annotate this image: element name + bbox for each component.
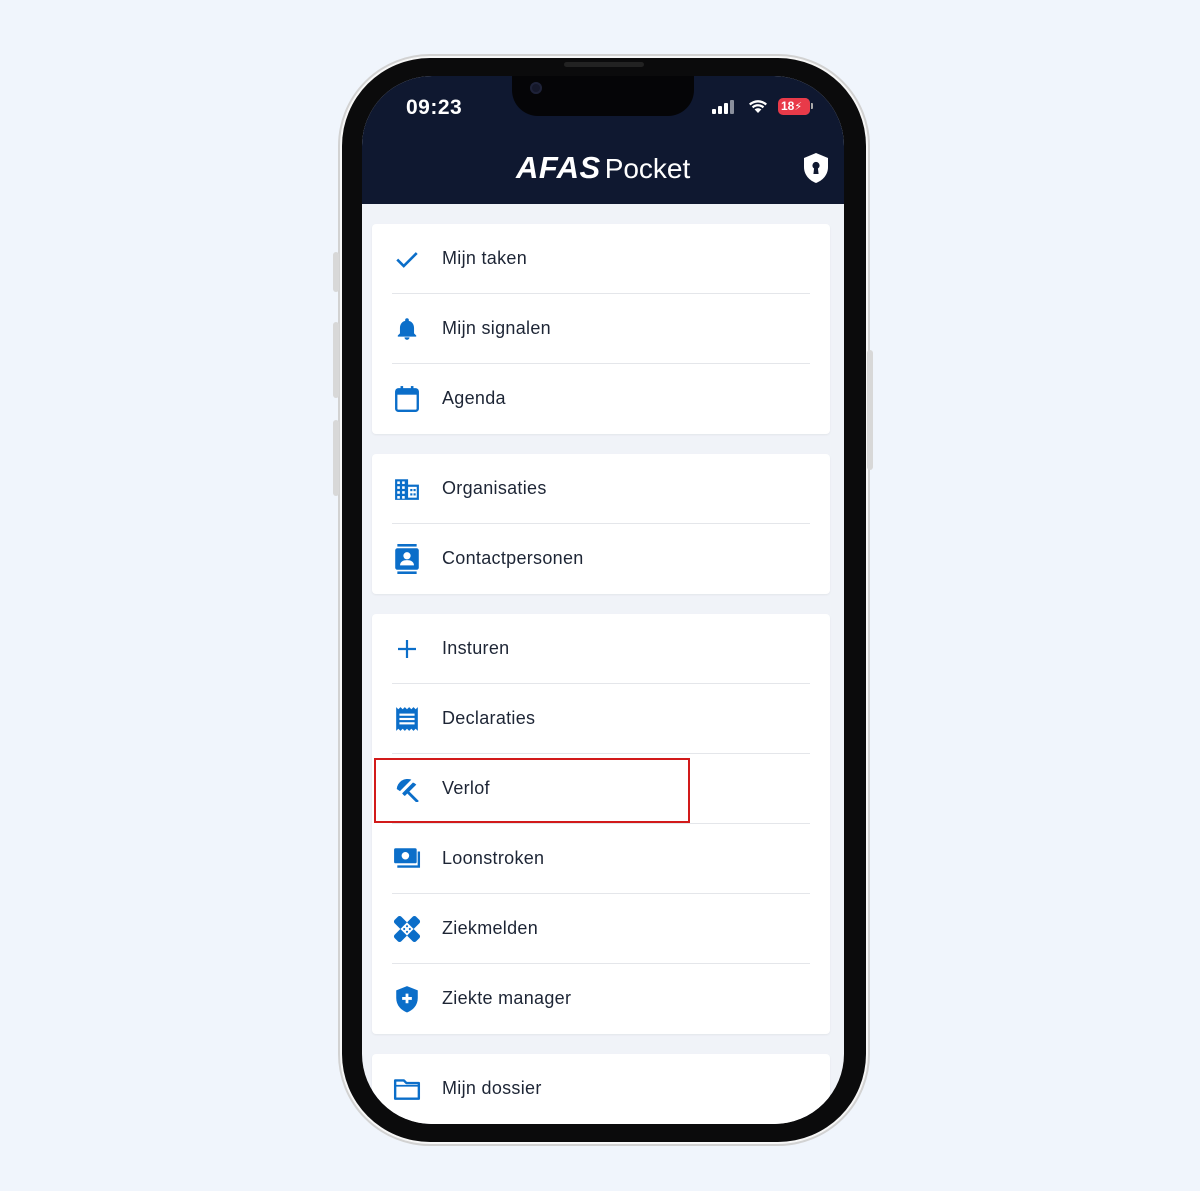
menu-item-mijn-signalen[interactable]: Mijn signalen (372, 294, 830, 364)
menu-item-mijn-dossier[interactable]: Mijn dossier (372, 1054, 830, 1124)
menu-item-label: Ziekte manager (442, 988, 572, 1008)
menu-item-label: Ziekmelden (442, 918, 539, 938)
menu-card-hr: Insturen Declaraties Verlof Loonstroken (372, 614, 830, 1034)
shield-lock-icon[interactable] (802, 152, 830, 184)
menu-item-ziekte-manager[interactable]: Ziekte manager (372, 964, 830, 1034)
menu-item-organisaties[interactable]: Organisaties (372, 454, 830, 524)
menu-item-label: Mijn signalen (442, 318, 551, 338)
contact-card-icon (393, 544, 421, 574)
status-time: 09:23 (406, 96, 463, 119)
receipt-icon (393, 705, 421, 733)
notch (512, 76, 694, 116)
phone-screen: 09:23 18⚡ AFAS Pocket Mijn taken Mijn si… (362, 76, 844, 1124)
check-icon (393, 245, 421, 273)
speaker-grill (564, 62, 644, 67)
menu-item-ziekmelden[interactable]: Ziekmelden (372, 894, 830, 964)
battery-nub (811, 103, 813, 109)
menu-item-label: Mijn dossier (442, 1078, 542, 1098)
bell-icon (393, 315, 421, 343)
cellular-signal-icon (712, 100, 734, 114)
medical-shield-icon (393, 985, 421, 1013)
menu-item-loonstroken[interactable]: Loonstroken (372, 824, 830, 894)
app-header: 09:23 18⚡ AFAS Pocket (362, 76, 844, 204)
power-button (867, 350, 873, 470)
payslip-money-icon (393, 845, 421, 873)
menu-item-label: Agenda (442, 388, 506, 408)
bandage-icon (393, 915, 421, 943)
battery-icon: 18⚡ (778, 98, 810, 115)
app-logo: AFAS Pocket (516, 150, 690, 186)
menu-item-label: Contactpersonen (442, 548, 584, 568)
menu-item-label: Insturen (442, 638, 510, 658)
menu-item-label: Verlof (442, 778, 490, 798)
mute-switch (333, 252, 339, 292)
menu-item-agenda[interactable]: Agenda (372, 364, 830, 434)
logo-brand: AFAS (516, 150, 601, 185)
menu-item-insturen[interactable]: Insturen (372, 614, 830, 684)
menu-item-contactpersonen[interactable]: Contactpersonen (372, 524, 830, 594)
menu-card-crm: Organisaties Contactpersonen (372, 454, 830, 594)
charging-bolt-icon: ⚡ (794, 101, 803, 113)
calendar-icon (393, 385, 421, 413)
menu-item-label: Mijn taken (442, 248, 528, 268)
volume-down-button (333, 420, 339, 496)
menu-item-verlof[interactable]: Verlof (372, 754, 830, 824)
plus-icon (393, 635, 421, 663)
menu-card-general: Mijn taken Mijn signalen Agenda (372, 224, 830, 434)
building-icon (393, 475, 421, 503)
menu-item-label: Organisaties (442, 478, 547, 498)
wifi-icon (749, 100, 767, 113)
volume-up-button (333, 322, 339, 398)
camera (530, 82, 542, 94)
battery-level: 18 (781, 99, 795, 113)
folder-icon (393, 1075, 421, 1103)
menu-item-declaraties[interactable]: Declaraties (372, 684, 830, 754)
menu-item-label: Declaraties (442, 708, 536, 728)
menu-item-mijn-taken[interactable]: Mijn taken (372, 224, 830, 294)
logo-product: Pocket (604, 153, 691, 184)
menu-item-label: Loonstroken (442, 848, 545, 868)
menu-card-dossier: Mijn dossier (372, 1054, 830, 1124)
beach-umbrella-icon (393, 775, 421, 803)
